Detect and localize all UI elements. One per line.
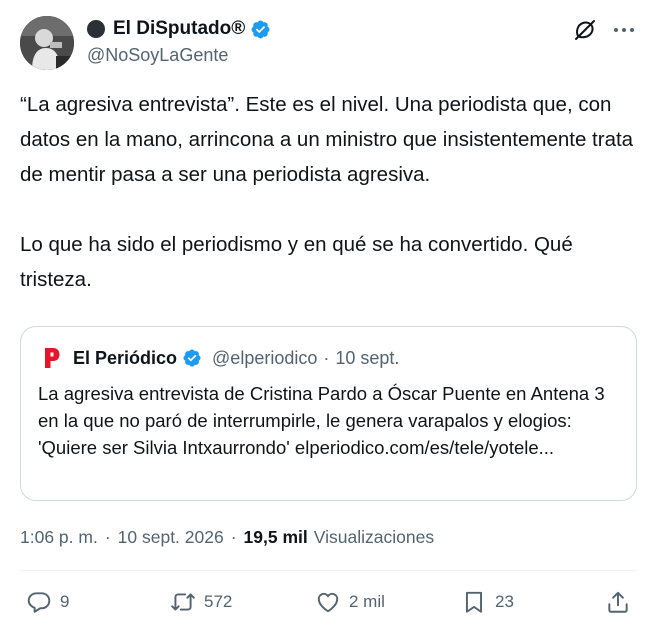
reply-count: 9: [60, 592, 70, 611]
avatar-image: [20, 16, 74, 70]
tweet-text: “La agresiva entrevista”. Este es el niv…: [20, 93, 634, 291]
retweet-icon: [171, 593, 195, 611]
grok-icon[interactable]: [573, 18, 597, 42]
el-periodico-logo-icon: [43, 346, 61, 370]
bookmark-icon: [465, 591, 483, 613]
author-names: El DiSputado® @NoSoyLaGente: [87, 16, 271, 66]
more-icon[interactable]: [611, 18, 637, 42]
meta-separator: ·: [230, 526, 237, 547]
share-button[interactable]: [605, 586, 631, 618]
avatar[interactable]: [20, 16, 74, 70]
bookmark-button[interactable]: 23: [461, 586, 514, 618]
like-button[interactable]: 2 mil: [315, 586, 385, 618]
action-bar: 9 572 2 mil 23: [20, 586, 637, 618]
views-label: Visualizaciones: [313, 526, 435, 547]
author-name-row[interactable]: El DiSputado®: [87, 16, 271, 42]
quoted-tweet-card[interactable]: El Periódico @elperiodico · 10 sept. La …: [20, 326, 637, 501]
quoted-date[interactable]: 10 sept.: [335, 348, 399, 369]
author-name[interactable]: El DiSputado®: [113, 18, 245, 40]
quoted-verified-badge-icon: [183, 349, 201, 367]
reply-icon: [27, 592, 51, 613]
retweet-count: 572: [204, 592, 233, 611]
quoted-tweet-header: El Periódico @elperiodico · 10 sept.: [41, 345, 399, 371]
like-count: 2 mil: [349, 592, 385, 611]
share-icon: [608, 591, 628, 613]
author-handle[interactable]: @NoSoyLaGente: [87, 45, 271, 66]
quoted-tweet-text: La agresiva entrevista de Cristina Pardo…: [38, 383, 610, 458]
heart-icon: [317, 592, 339, 613]
retweet-button[interactable]: 572: [170, 586, 232, 618]
divider: [20, 570, 637, 571]
views-count: 19,5 mil: [243, 526, 308, 547]
verified-badge-icon[interactable]: [250, 19, 271, 40]
name-emoji-icon: [87, 20, 105, 38]
tweet-time[interactable]: 1:06 p. m.: [20, 527, 98, 548]
bookmark-count: 23: [495, 592, 514, 611]
quoted-separator: ·: [323, 347, 330, 368]
tweet-metadata: 1:06 p. m. · 10 sept. 2026 · 19,5 mil Vi…: [20, 524, 434, 550]
tweet-date[interactable]: 10 sept. 2026: [118, 527, 224, 548]
reply-button[interactable]: 9: [26, 586, 69, 618]
meta-separator: ·: [104, 526, 111, 547]
tweet-header: El DiSputado® @NoSoyLaGente: [20, 16, 637, 72]
quoted-author-name[interactable]: El Periódico: [73, 348, 177, 369]
quoted-author-handle: @elperiodico: [212, 347, 318, 368]
